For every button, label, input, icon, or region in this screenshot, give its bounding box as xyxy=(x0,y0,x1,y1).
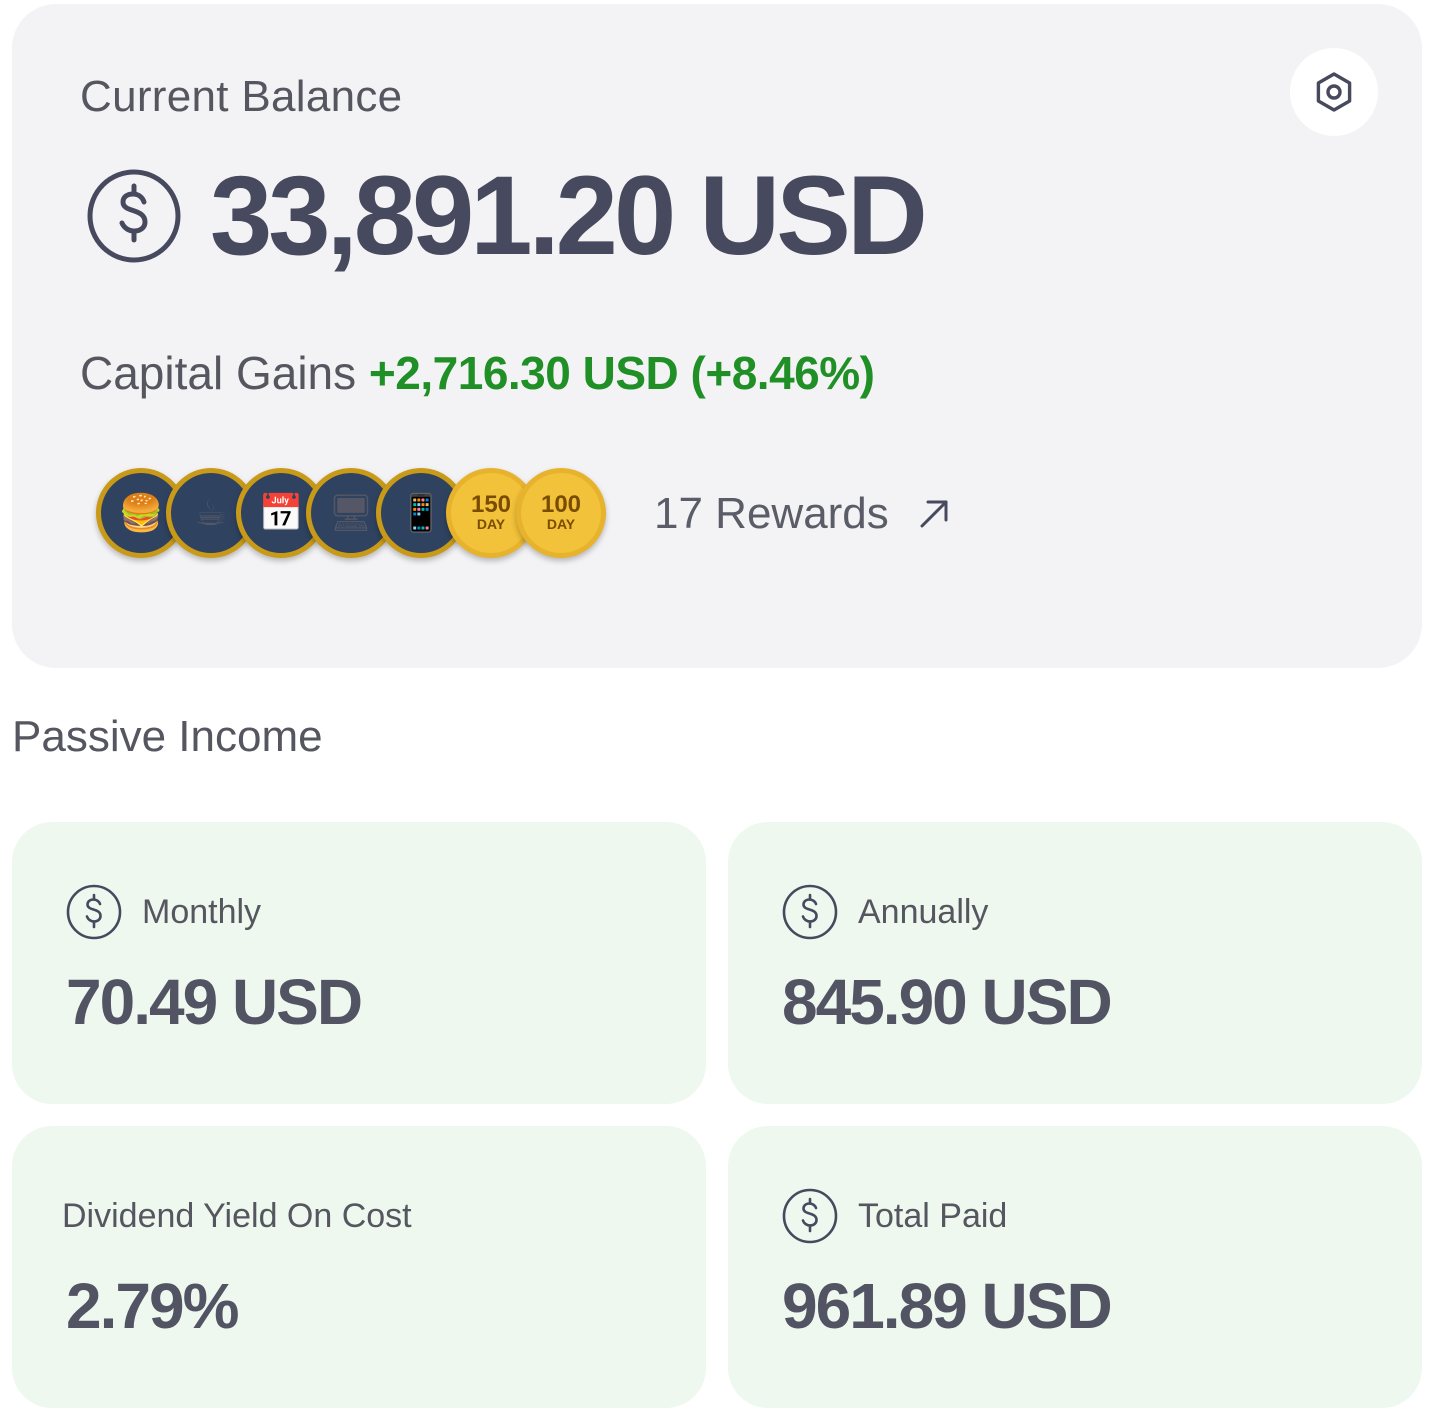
dividend-yield-card: Dividend Yield On Cost 2.79% xyxy=(12,1126,706,1408)
streak-100-badge: 100 DAY xyxy=(516,468,606,558)
monthly-label: Monthly xyxy=(142,892,262,931)
annually-value: 845.90 USD xyxy=(782,966,1113,1038)
streak-150-unit: DAY xyxy=(476,516,506,533)
monthly-card: Monthly 70.49 USD xyxy=(12,822,706,1104)
total-paid-label: Total Paid xyxy=(858,1196,1008,1235)
total-paid-header: Total Paid xyxy=(782,1188,1007,1244)
passive-income-title: Passive Income xyxy=(12,712,323,761)
streak-100-unit: DAY xyxy=(546,516,576,533)
current-balance-label: Current Balance xyxy=(80,72,403,121)
streak-150-number: 150 xyxy=(470,491,512,519)
settings-button[interactable] xyxy=(1290,48,1378,136)
balance-row: 33,891.20 USD xyxy=(86,153,928,278)
rewards-link-arrow[interactable] xyxy=(917,497,951,531)
balance-value: 33,891.20 USD xyxy=(210,153,928,278)
arrow-up-right-icon xyxy=(920,500,948,528)
annually-card: Annually 845.90 USD xyxy=(728,822,1422,1104)
monthly-value: 70.49 USD xyxy=(66,966,363,1038)
streak-100-number: 100 xyxy=(540,491,582,519)
balance-card: Current Balance 33,891.20 USD Capital Ga… xyxy=(12,4,1422,668)
capital-gains-value: +2,716.30 USD (+8.46%) xyxy=(368,347,875,399)
annually-header: Annually xyxy=(782,884,988,940)
dividend-yield-header: Dividend Yield On Cost xyxy=(62,1188,412,1244)
streak-100-icon: 100 DAY xyxy=(521,473,601,553)
capital-gains-label: Capital Gains xyxy=(80,347,357,399)
rewards-link[interactable]: 17 Rewards xyxy=(654,489,889,539)
rewards-row: 🍔 ☕ 📅 🖥 📱 150 DAY 100 DAY 17 Rewards xyxy=(96,468,951,560)
dividend-yield-value: 2.79% xyxy=(66,1270,239,1342)
total-paid-card: Total Paid 961.89 USD xyxy=(728,1126,1422,1408)
dollar-circle-icon xyxy=(87,169,181,263)
dollar-circle-icon xyxy=(782,884,838,940)
dividend-yield-label: Dividend Yield On Cost xyxy=(62,1196,412,1235)
monthly-header: Monthly xyxy=(66,884,261,940)
capital-gains-row: Capital Gains +2,716.30 USD (+8.46%) xyxy=(80,346,875,400)
settings-hexagon-icon xyxy=(1316,72,1352,112)
dollar-circle-icon xyxy=(66,884,122,940)
total-paid-value: 961.89 USD xyxy=(782,1270,1113,1342)
annually-label: Annually xyxy=(858,892,989,931)
reward-badges[interactable]: 🍔 ☕ 📅 🖥 📱 150 DAY 100 DAY xyxy=(96,468,606,560)
dollar-circle-icon xyxy=(782,1188,838,1244)
